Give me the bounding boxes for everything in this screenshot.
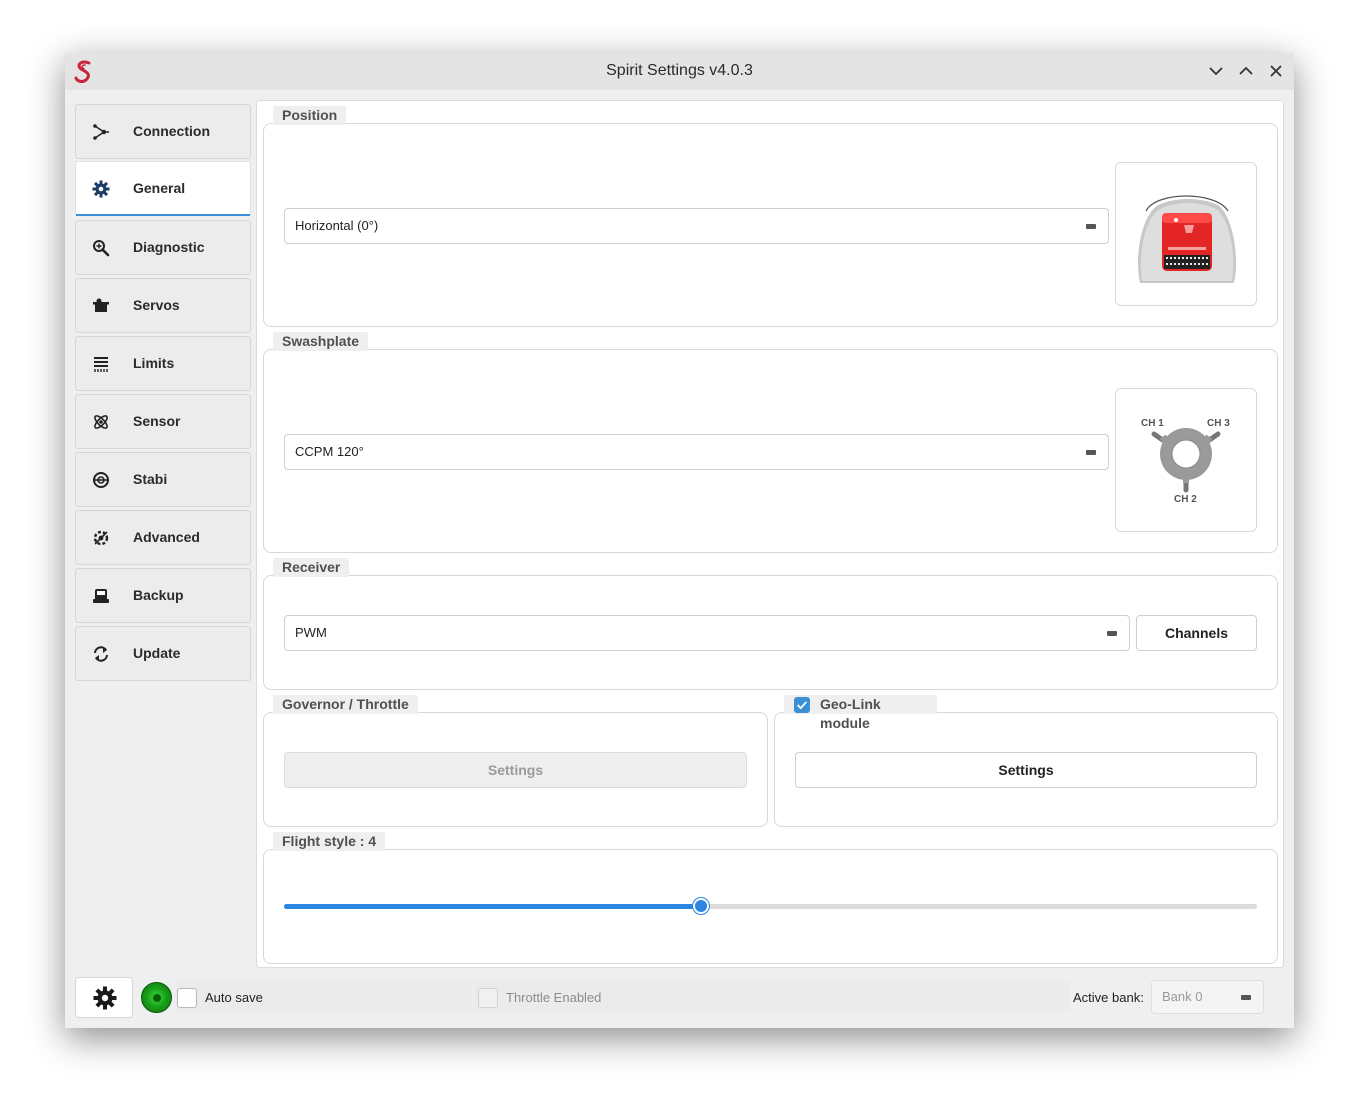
servo-icon <box>92 297 110 315</box>
governor-settings-button[interactable]: Settings <box>284 752 747 788</box>
sidebar-item-label: Advanced <box>133 529 200 545</box>
swashplate-group-title: Swashplate <box>273 332 369 351</box>
sidebar-item-stabi[interactable]: Stabi <box>75 452 251 507</box>
dropdown-arrow-icon <box>1107 631 1117 636</box>
stabi-icon <box>92 471 110 489</box>
chevron-down-icon <box>1209 67 1223 76</box>
general-settings-panel: Position Horizontal (0°) Swashplate CCPM… <box>256 100 1284 968</box>
dropdown-arrow-icon <box>1086 224 1096 229</box>
sidebar-item-label: Servos <box>133 297 180 313</box>
magnifier-icon <box>92 239 110 257</box>
receiver-combobox[interactable]: PWM <box>284 615 1130 651</box>
sidebar-item-label: Limits <box>133 355 175 371</box>
connection-status-led <box>141 982 172 1013</box>
refresh-icon <box>92 645 110 663</box>
sidebar-item-label: Sensor <box>133 413 181 429</box>
sidebar-item-label: General <box>133 180 186 196</box>
backup-icon <box>92 587 110 605</box>
flight-style-group-title: Flight style : 4 <box>273 832 386 851</box>
sidebar-item-label: Diagnostic <box>133 239 205 255</box>
sidebar-item-sensor[interactable]: Sensor <box>75 394 251 449</box>
active-bank-value: Bank 0 <box>1162 989 1203 1004</box>
sidebar-item-advanced[interactable]: Advanced <box>75 510 251 565</box>
title-bar: Spirit Settings v4.0.3 <box>65 53 1294 90</box>
receiver-combobox-value: PWM <box>295 625 327 640</box>
close-button[interactable] <box>1266 61 1286 81</box>
position-preview-image <box>1115 162 1257 306</box>
gear-icon <box>92 180 110 198</box>
sidebar-item-diagnostic[interactable]: Diagnostic <box>75 220 251 275</box>
throttle-enabled-checkbox[interactable] <box>478 988 498 1008</box>
sidebar-item-general[interactable]: General <box>75 161 251 216</box>
dropdown-arrow-icon <box>1241 995 1251 1000</box>
advanced-gear-icon <box>92 529 110 547</box>
geolink-checkbox[interactable] <box>794 697 810 713</box>
active-bank-combobox[interactable]: Bank 0 <box>1151 980 1264 1014</box>
geolink-settings-button[interactable]: Settings <box>795 752 1257 788</box>
sidebar-item-backup[interactable]: Backup <box>75 568 251 623</box>
ch3-label: CH 3 <box>1207 418 1230 429</box>
sidebar-item-connection[interactable]: Connection <box>75 104 251 159</box>
sidebar-item-label: Update <box>133 645 181 661</box>
position-combobox-value: Horizontal (0°) <box>295 218 379 233</box>
window-title: Spirit Settings v4.0.3 <box>606 62 753 79</box>
auto-save-label: Auto save <box>205 990 263 1005</box>
flight-style-slider-handle[interactable] <box>693 898 709 914</box>
minimize-button[interactable] <box>1206 61 1226 81</box>
chevron-up-icon <box>1239 66 1253 75</box>
receiver-group-title: Receiver <box>273 558 350 577</box>
sidebar-item-label: Connection <box>133 123 210 139</box>
auto-save-checkbox[interactable] <box>177 988 197 1008</box>
swashplate-combobox-value: CCPM 120° <box>295 444 364 459</box>
sidebar-item-label: Stabi <box>133 471 168 487</box>
sidebar-item-limits[interactable]: Limits <box>75 336 251 391</box>
position-group-title: Position <box>273 106 347 125</box>
status-bar: Auto save Throttle Enabled Active bank: … <box>65 973 1294 1023</box>
sidebar-item-servos[interactable]: Servos <box>75 278 251 333</box>
position-combobox[interactable]: Horizontal (0°) <box>284 208 1109 244</box>
sensor-icon <box>92 413 110 431</box>
gear-icon <box>93 986 117 1010</box>
throttle-enabled-label: Throttle Enabled <box>506 990 602 1005</box>
ch2-label: CH 2 <box>1174 494 1197 505</box>
swashplate-icon <box>1151 428 1221 493</box>
dropdown-arrow-icon <box>1086 450 1096 455</box>
swashplate-combobox[interactable]: CCPM 120° <box>284 434 1109 470</box>
app-window: Spirit Settings v4.0.3 Connection Genera… <box>65 53 1294 1028</box>
active-bank-label: Active bank: <box>1073 990 1144 1005</box>
sidebar-item-label: Backup <box>133 587 184 603</box>
limits-icon <box>92 355 110 373</box>
ch1-label: CH 1 <box>1141 418 1164 429</box>
app-settings-button[interactable] <box>75 977 133 1018</box>
maximize-button[interactable] <box>1236 61 1256 81</box>
checkmark-icon <box>797 701 808 710</box>
flight-controller-device-icon <box>1138 195 1237 283</box>
connection-icon <box>92 123 110 141</box>
channels-button[interactable]: Channels <box>1136 615 1257 651</box>
swashplate-diagram: CH 1 CH 3 CH 2 <box>1115 388 1257 532</box>
flight-style-slider[interactable] <box>284 898 1257 914</box>
governor-group-title: Governor / Throttle <box>273 695 418 714</box>
sidebar-item-update[interactable]: Update <box>75 626 251 681</box>
flight-style-slider-fill <box>284 904 701 909</box>
close-icon <box>1270 65 1282 77</box>
